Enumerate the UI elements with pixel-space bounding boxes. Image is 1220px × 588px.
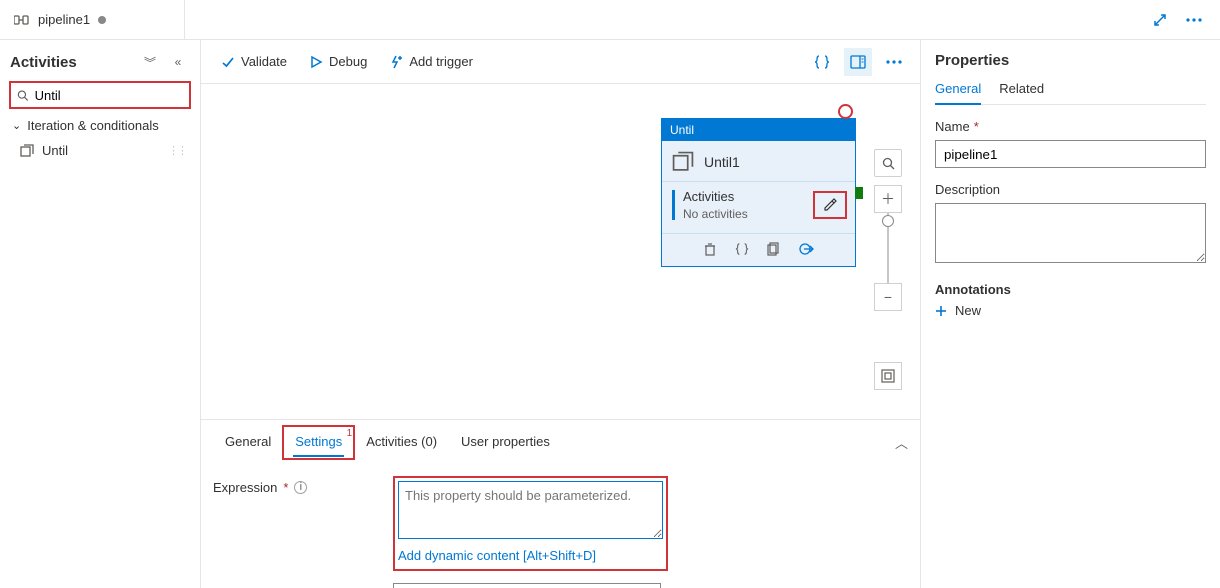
sidebar-group-label: Iteration & conditionals [27,118,159,133]
delete-icon [703,242,717,256]
dirty-indicator-icon [98,16,106,24]
description-input[interactable] [935,203,1206,263]
sidebar-group[interactable]: ⌄ Iteration & conditionals [12,118,190,133]
editor-tab-label: pipeline1 [38,12,90,27]
ptab-general[interactable]: General [935,81,981,104]
chevron-down-icon: ⌄ [12,119,21,132]
chevron-double-left-icon[interactable]: « [166,50,190,74]
zoom-fit-button[interactable] [874,362,902,390]
activities-sidebar: Activities ︾ « ⌄ Iteration & conditional… [0,40,200,588]
check-icon [221,55,235,69]
pipeline-canvas[interactable]: Until Until1 Activities No activities [201,84,920,419]
expression-highlight-box: Add dynamic content [Alt+Shift+D] [393,476,668,571]
trigger-icon [389,55,403,69]
bottom-panel: General Settings 1 Activities (0) User p… [201,419,920,588]
zoom-out-button[interactable]: − [874,283,902,311]
node-activities-sub: No activities [683,206,748,223]
properties-title: Properties [935,52,1206,69]
add-dynamic-content-link[interactable]: Add dynamic content [Alt+Shift+D] [398,548,596,563]
tab-general[interactable]: General [213,426,283,459]
zoom-search-button[interactable] [874,149,902,177]
code-view-button[interactable] [808,48,836,76]
accent-bar [672,190,675,220]
export-icon [799,242,815,256]
expression-label: Expression * i [213,476,393,495]
add-trigger-button[interactable]: Add trigger [381,50,481,73]
copy-icon [767,242,781,256]
bottom-tabs: General Settings 1 Activities (0) User p… [213,420,908,464]
fit-icon [881,369,895,383]
delete-button[interactable] [703,242,717,256]
validate-button[interactable]: Validate [213,50,295,73]
node-type-label: Until [662,119,855,141]
more-actions-button[interactable] [880,48,908,76]
tab-activities[interactable]: Activities (0) [354,426,449,459]
pipeline-icon [14,13,30,27]
add-annotation-button[interactable]: New [935,303,1206,318]
collapse-panel-button[interactable]: ︿ [895,433,908,452]
activity-search-field[interactable] [35,88,183,103]
more-icon [886,60,902,64]
connection-handle-success[interactable] [855,187,863,199]
sidebar-item-label: Until [42,143,68,158]
until-icon [672,151,694,173]
chevron-double-down-icon[interactable]: ︾ [138,50,162,74]
properties-toggle-button[interactable] [844,48,872,76]
sidebar-title: Activities [10,54,77,71]
properties-pane-icon [850,54,866,70]
export-button[interactable] [799,242,815,256]
properties-panel: Properties General Related Name* Descrip… [920,40,1220,588]
tab-settings[interactable]: Settings 1 [283,426,354,459]
timeout-input[interactable] [393,583,661,588]
ellipsis-icon[interactable] [1182,8,1206,32]
braces-icon [814,54,830,70]
search-icon [882,157,895,170]
name-label: Name* [935,119,1206,134]
drag-handle-icon[interactable]: ⋮⋮ [168,144,186,157]
annotations-label: Annotations [935,282,1206,297]
description-label: Description [935,182,1206,197]
until-icon [20,144,34,158]
top-right-controls [1148,8,1220,32]
expand-icon[interactable] [1148,8,1172,32]
activity-node-until[interactable]: Until Until1 Activities No activities [661,118,856,267]
edit-activities-button[interactable] [813,191,847,219]
canvas-toolbar: Validate Debug Add trigger [201,40,920,84]
required-indicator: * [283,480,288,495]
sidebar-item-until[interactable]: Until ⋮⋮ [16,139,190,162]
top-bar: pipeline1 [0,0,1220,40]
zoom-control: ＋ − [874,149,902,323]
copy-button[interactable] [767,242,781,256]
editor-tab[interactable]: pipeline1 [0,0,185,40]
play-icon [309,55,323,69]
braces-icon [735,242,749,256]
zoom-in-button[interactable]: ＋ [874,185,902,213]
timeout-label: Timeout i [213,583,393,588]
settings-error-count: 1 [347,428,353,439]
ptab-related[interactable]: Related [999,81,1044,104]
main-area: Validate Debug Add trigger [200,40,920,588]
debug-button[interactable]: Debug [301,50,375,73]
code-button[interactable] [735,242,749,256]
node-activities-label: Activities [683,188,748,206]
properties-tabs: General Related [935,81,1206,105]
plus-icon [935,305,947,317]
expression-input[interactable] [398,481,663,539]
node-name: Until1 [704,154,740,170]
name-input[interactable] [935,140,1206,168]
search-icon [17,89,29,102]
tab-user-properties[interactable]: User properties [449,426,562,459]
info-icon[interactable]: i [294,481,307,494]
zoom-thumb[interactable] [882,215,894,227]
pencil-icon [823,198,837,212]
activity-search-input[interactable] [10,82,190,108]
validation-error-icon[interactable] [838,104,853,119]
